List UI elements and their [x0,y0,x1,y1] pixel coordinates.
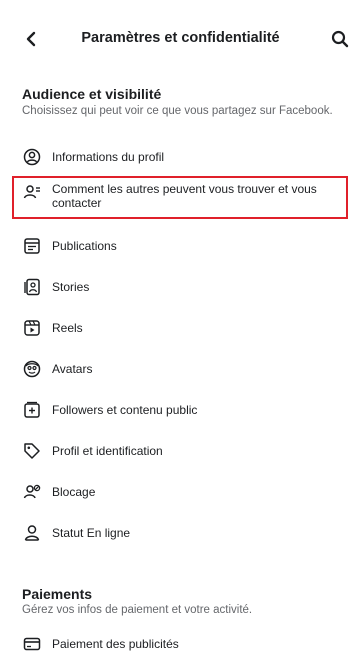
menu-item-avatars[interactable]: Avatars [22,359,342,379]
menu-item-label: Reels [52,321,83,335]
menu-item-publications[interactable]: Publications [22,236,342,256]
back-button[interactable] [18,26,44,52]
menu-item-label: Paiement des publicités [52,637,179,651]
menu-item-stories[interactable]: Stories [22,277,342,297]
menu-item-profile-tagging[interactable]: Profil et identification [22,441,342,461]
online-status-icon [22,523,42,543]
menu-item-reels[interactable]: Reels [22,318,342,338]
tag-icon [22,441,42,461]
menu-item-label: Comment les autres peuvent vous trouver … [52,182,317,210]
menu-item-ad-payments[interactable]: Paiement des publicités [22,634,342,654]
menu-item-blocking[interactable]: Blocage [22,482,342,502]
menu-item-label: Stories [52,280,90,294]
menu-item-label: Statut En ligne [52,526,131,540]
menu-item-find-contact[interactable]: Comment les autres peuvent vous trouver … [22,182,342,210]
search-button[interactable] [327,26,353,52]
reels-icon [22,318,42,338]
header-bar: Paramètres et confidentialité [0,0,361,78]
chevron-left-icon [26,31,36,47]
find-contact-icon [22,182,42,202]
section-title-audience: Audience et visibilité [22,86,162,102]
card-icon [22,634,42,654]
section-description-payments: Gérez vos infos de paiement et votre act… [22,604,253,616]
followers-icon [22,400,42,420]
search-icon [331,30,349,48]
menu-item-label: Blocage [52,485,96,499]
menu-item-label: Publications [52,239,117,253]
publications-icon [22,236,42,256]
menu-item-label: Informations du profil [52,150,165,164]
menu-item-label: Avatars [52,362,93,376]
block-user-icon [22,482,42,502]
menu-item-followers[interactable]: Followers et contenu public [22,400,342,420]
section-title-payments: Paiements [22,586,93,602]
avatar-icon [22,359,42,379]
menu-item-profile-info[interactable]: Informations du profil [22,147,342,167]
page-title: Paramètres et confidentialité [81,30,280,46]
menu-item-online-status[interactable]: Statut En ligne [22,523,342,543]
menu-item-label: Followers et contenu public [52,403,198,417]
profile-circle-icon [22,147,42,167]
menu-item-label: Profil et identification [52,444,163,458]
stories-icon [22,277,42,297]
section-description-audience: Choisissez qui peut voir ce que vous par… [22,105,333,117]
